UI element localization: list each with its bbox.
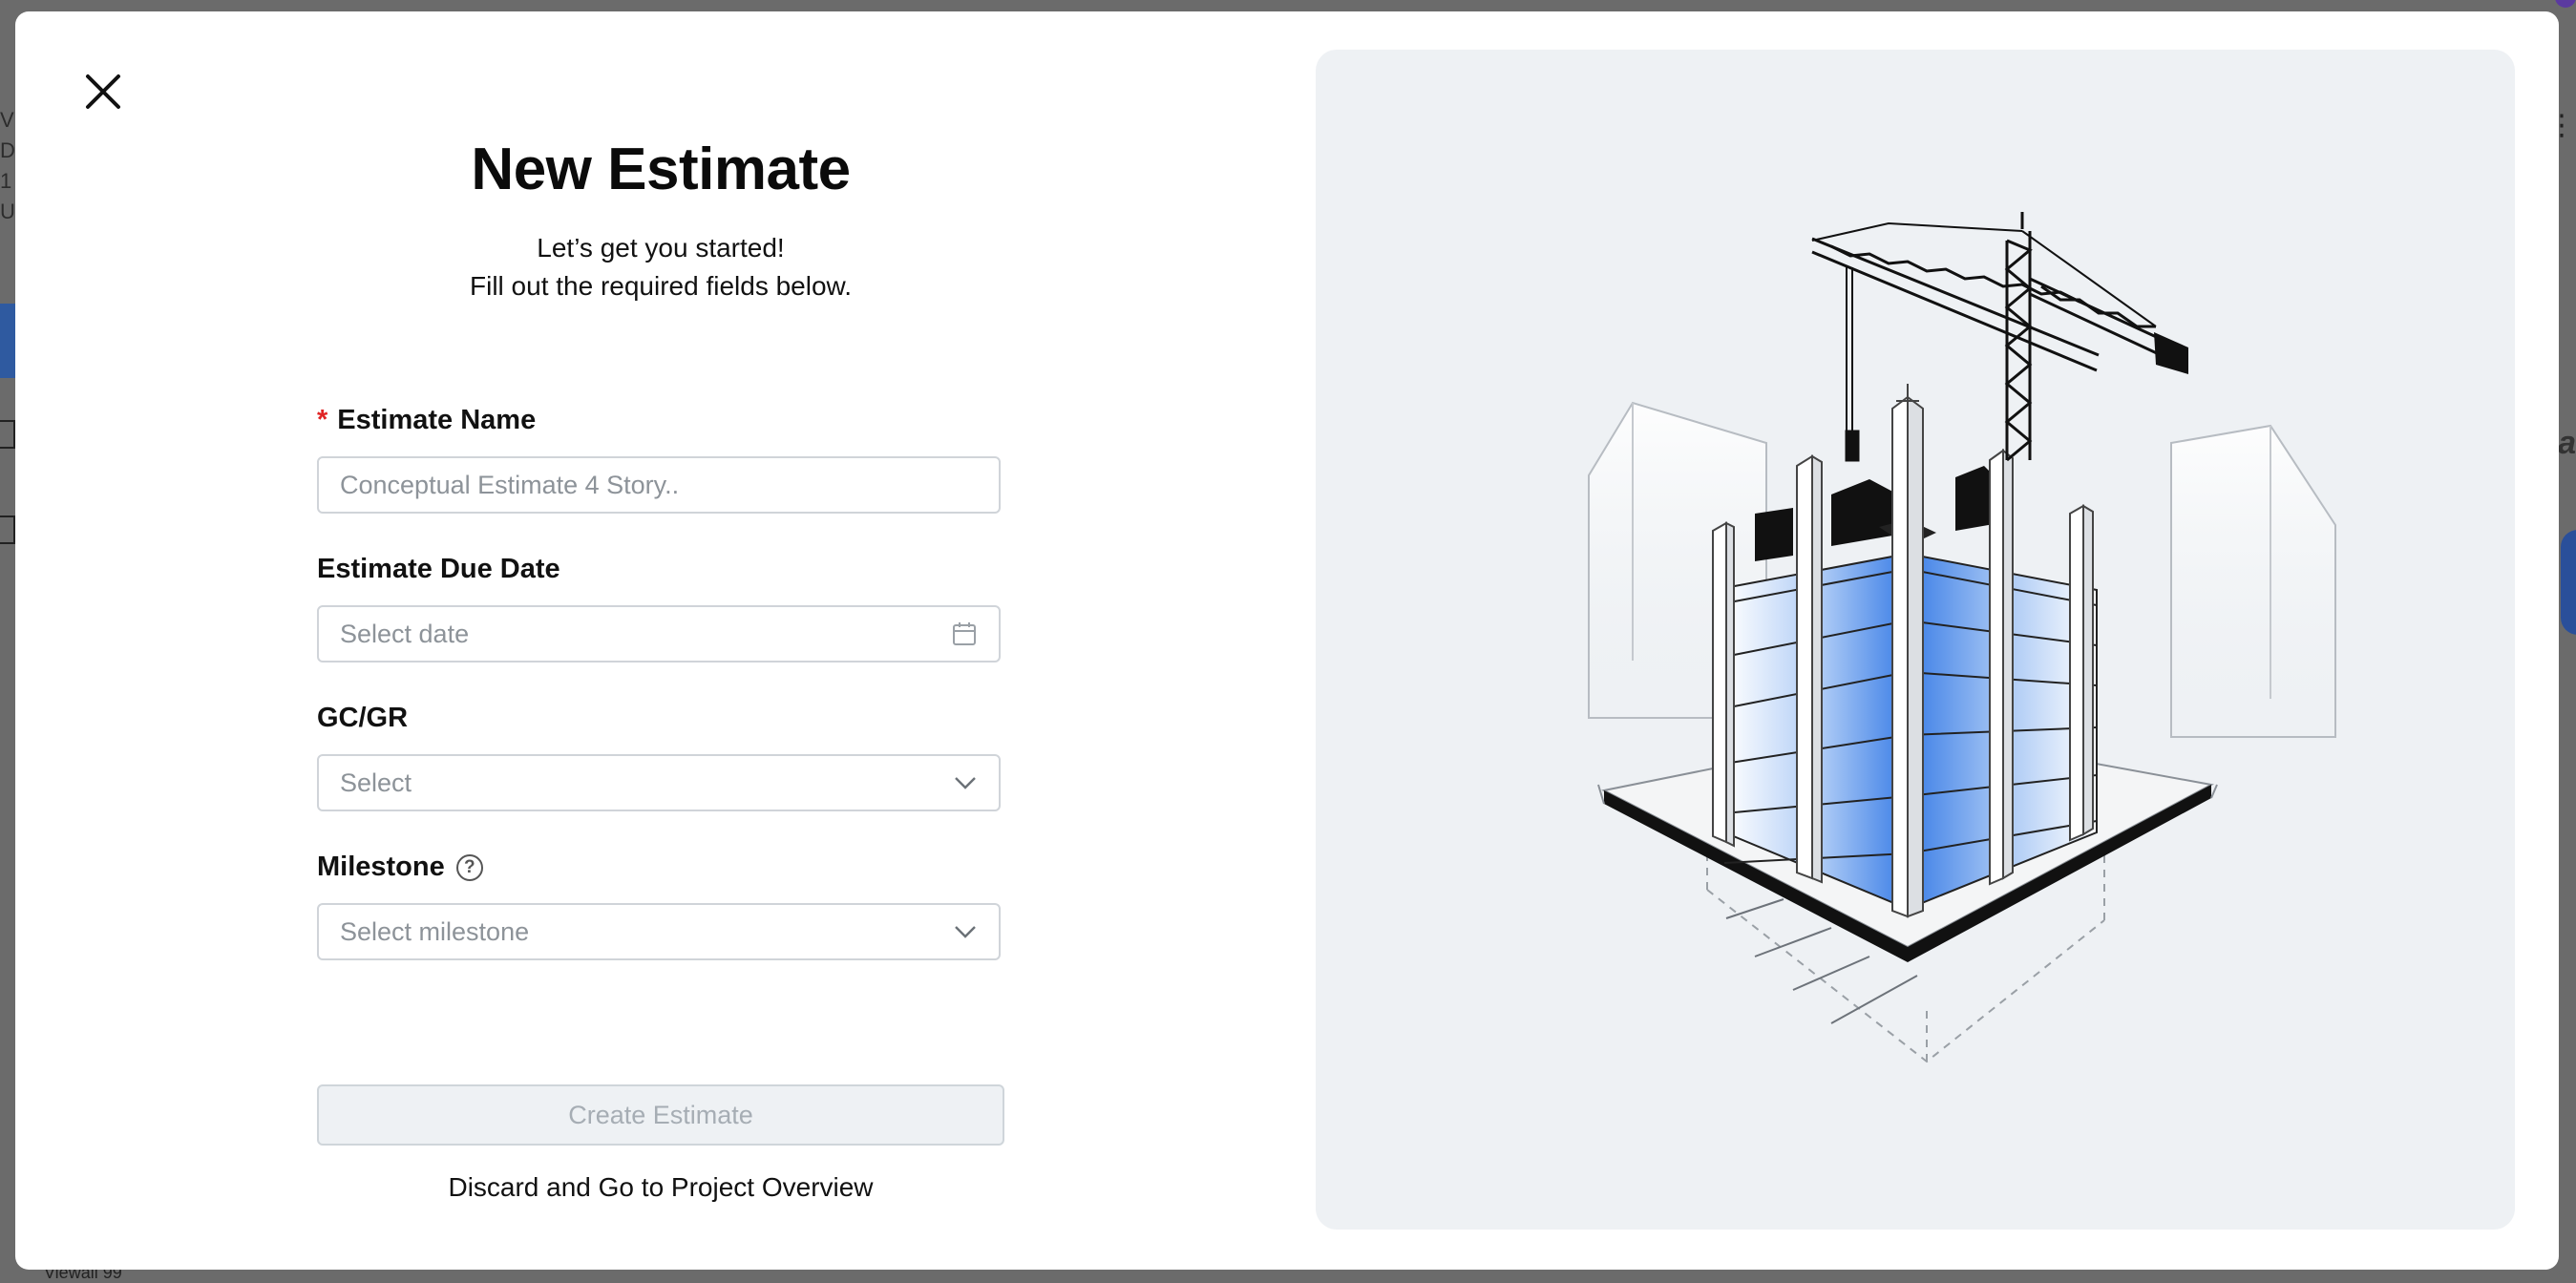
chevron-down-icon: [955, 926, 976, 938]
gc-gr-label: GC/GR: [317, 703, 408, 734]
milestone-label-text: Milestone: [317, 852, 445, 882]
gc-gr-label-text: GC/GR: [317, 703, 409, 733]
gc-gr-placeholder: Select: [340, 768, 412, 797]
close-icon: [86, 74, 120, 109]
illustration-panel: [1316, 50, 2515, 1230]
due-date-picker[interactable]: Select date: [317, 605, 1001, 663]
modal-subtitle: Let’s get you started! Fill out the requ…: [317, 229, 1004, 305]
due-date-label-text: Estimate Due Date: [317, 554, 560, 584]
background-active-nav-item: [0, 304, 15, 378]
avatar: [2555, 0, 2576, 8]
chevron-down-icon: [955, 777, 976, 789]
building-construction-illustration: [1588, 212, 2336, 1063]
required-indicator: *: [317, 405, 328, 435]
new-estimate-modal: New Estimate Let’s get you started! Fill…: [15, 11, 2559, 1270]
estimate-name-label: * Estimate Name: [317, 405, 536, 436]
table-icon: [0, 515, 15, 544]
calendar-icon: [953, 622, 976, 645]
discard-link[interactable]: Discard and Go to Project Overview: [317, 1172, 1004, 1203]
gc-gr-select[interactable]: Select: [317, 754, 1001, 811]
estimate-name-input[interactable]: Conceptual Estimate 4 Story..: [317, 456, 1001, 514]
milestone-label: Milestone ?: [317, 852, 483, 883]
create-estimate-button[interactable]: Create Estimate: [317, 1084, 1004, 1146]
due-date-label: Estimate Due Date: [317, 554, 560, 585]
question-circle-icon[interactable]: ?: [455, 853, 483, 881]
estimate-name-label-text: Estimate Name: [337, 405, 537, 435]
background-right-text: a: [2558, 425, 2576, 461]
milestone-placeholder: Select milestone: [340, 916, 530, 946]
modal-title: New Estimate: [471, 137, 851, 202]
subtitle-line-2: Fill out the required fields below.: [470, 271, 852, 301]
milestone-select[interactable]: Select milestone: [317, 903, 1001, 960]
checkbox-icon: [0, 420, 15, 449]
due-date-placeholder: Select date: [340, 619, 470, 648]
close-button[interactable]: [63, 52, 143, 132]
estimate-name-placeholder: Conceptual Estimate 4 Story..: [340, 470, 680, 499]
subtitle-line-1: Let’s get you started!: [537, 233, 785, 263]
background-left-text: V D 1 U: [0, 108, 15, 223]
background-right-button: [2561, 530, 2576, 635]
